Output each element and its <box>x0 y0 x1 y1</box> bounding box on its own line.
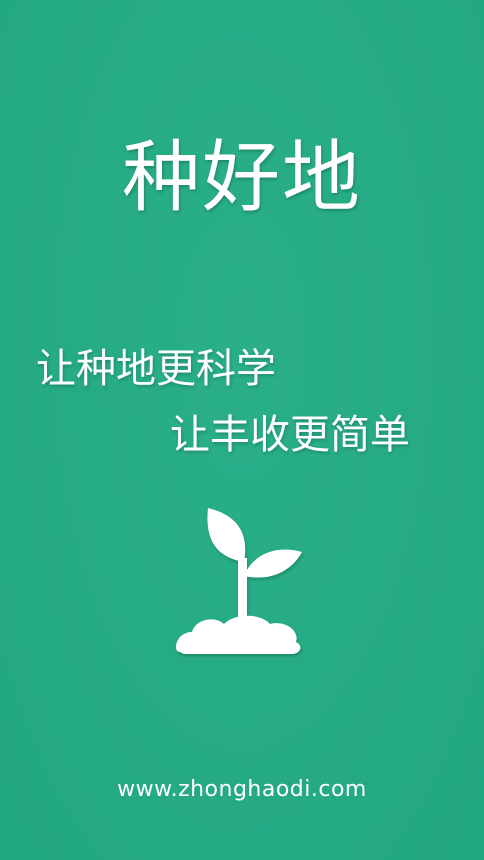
sprout-icon <box>176 508 302 654</box>
slogan-line-2: 让丰收更简单 <box>170 412 410 458</box>
app-title: 种好地 <box>121 133 362 223</box>
website-link[interactable]: www.zhonghaodi.com <box>0 774 484 806</box>
slogan-line-1: 让种地更科学 <box>36 346 276 392</box>
splash-screen: 种好地 让种地更科学 让丰收更简单 www.zhonghaodi.com <box>0 0 484 860</box>
